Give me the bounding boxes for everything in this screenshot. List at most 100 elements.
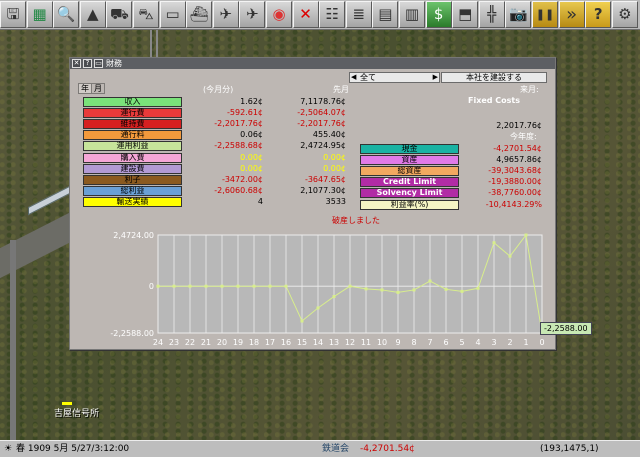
chart-point [156, 284, 160, 288]
chart-point [476, 286, 480, 290]
current-month-value: 1.62¢ [240, 97, 263, 106]
prev-month-value: -2,5064.07¢ [297, 108, 346, 118]
current-month-value: -2,2017.76¢ [214, 119, 263, 129]
chart-x-tick-label: 6 [443, 338, 448, 347]
chart-x-tick-label: 17 [265, 338, 275, 347]
chart-point [348, 284, 352, 288]
bankrupt-notice: 破産しました [332, 216, 380, 225]
filter-dropdown[interactable]: ◀ 全て ▶ [349, 72, 440, 83]
rail-build-icon[interactable]: ⛟ [106, 1, 133, 28]
arrow-left-icon[interactable]: ◀ [351, 73, 356, 82]
current-month-value: -3472.00¢ [221, 174, 263, 184]
road-build-icon[interactable]: ⛍ [133, 1, 159, 28]
chart-point [460, 289, 464, 293]
chart-point [220, 284, 224, 288]
help-icon[interactable]: ? [585, 1, 612, 28]
balance-value: -10,4143.29% [485, 199, 542, 209]
chart-point [268, 284, 272, 288]
current-month-value: -2,2588.68¢ [214, 141, 263, 151]
balance-label: Credit Limit [360, 177, 459, 188]
header-next-month: 来月: [520, 85, 539, 94]
chart-x-tick-label: 5 [459, 338, 464, 347]
this-year-label: 今年度: [510, 132, 537, 141]
map-train[interactable] [28, 184, 72, 216]
document-icon-2[interactable]: ▥ [399, 1, 425, 28]
header-current-month: (今月分) [203, 85, 234, 94]
info-stack-icon[interactable]: ☷ [319, 1, 346, 28]
status-company: 鉄道会 [322, 444, 350, 454]
chart-y-tick-label: 2,4724.00 [113, 231, 154, 240]
current-month-value: 4 [257, 196, 263, 206]
map-sign[interactable]: 吉屋信号所 [54, 406, 99, 419]
tab-year[interactable]: 年 [78, 83, 92, 94]
target-icon[interactable]: ◉ [266, 1, 292, 28]
window-title: 財務 [106, 59, 122, 68]
settings-icon[interactable]: ⚙ [611, 1, 638, 28]
airplane-icon[interactable]: ✈ [239, 1, 266, 28]
chart-x-tick-label: 3 [491, 338, 496, 347]
close-icon[interactable]: ✕ [72, 59, 81, 68]
money-icon[interactable]: $ [425, 1, 452, 28]
status-coords: (193,1475,1) [540, 444, 599, 454]
status-date: 春 1909 5月 5/27/3:12:00 [16, 444, 130, 454]
chart-x-tick-label: 23 [169, 338, 179, 347]
document-icon[interactable]: ▤ [372, 1, 399, 28]
chart-x-tick-label: 2 [507, 338, 512, 347]
window-titlebar[interactable]: ✕ ? ▭ 財務 [70, 58, 555, 69]
terrain-icon[interactable]: ▲ [79, 1, 106, 28]
tram-build-icon[interactable]: ▭ [159, 1, 186, 28]
chart-y-tick-label: -2,2588.00 [110, 329, 154, 338]
header-prev-month: 先月 [333, 85, 349, 94]
balance-value: -38,7760.00¢ [488, 188, 542, 198]
balance-label: 資産 [360, 155, 459, 166]
graph-icon[interactable]: ⬒ [452, 1, 479, 28]
game-menu-icon[interactable]: 🖫 [0, 1, 26, 28]
help-icon[interactable]: ? [83, 59, 92, 68]
fast-forward-icon[interactable]: » [558, 1, 585, 28]
chart-x-tick-label: 12 [345, 338, 355, 347]
camera-icon[interactable]: 📷 [505, 1, 532, 28]
map-road-2 [10, 240, 16, 440]
balance-label: Solvency Limit [360, 188, 459, 199]
build-hq-button[interactable]: 本社を建設する [441, 72, 547, 83]
demolish-icon[interactable]: ✕ [292, 1, 319, 28]
map-icon[interactable]: ▦ [26, 1, 53, 28]
chart-point [204, 284, 208, 288]
map-rail [150, 30, 158, 60]
row-label: 建設費 [83, 163, 182, 174]
railway-icon[interactable]: ╬ [478, 1, 505, 28]
list-icon[interactable]: ≣ [345, 1, 372, 28]
airport-build-icon[interactable]: ✈ [212, 1, 239, 28]
chart-x-tick-label: 8 [411, 338, 416, 347]
balance-value: -19,3880.00¢ [488, 177, 542, 187]
collapse-icon[interactable]: ▭ [94, 59, 103, 68]
ship-build-icon[interactable]: ⛴ [186, 1, 213, 28]
chart-x-tick-label: 22 [185, 338, 195, 347]
finance-window: ✕ ? ▭ 財務 年 月 ◀ 全て ▶ 本社を建設する (今月分) 先月 来月:… [69, 57, 556, 350]
chart-point [428, 279, 432, 283]
balance-value: 4,9657.86¢ [496, 155, 542, 165]
current-month-value: 0.00¢ [240, 163, 263, 173]
chart-y-tick-label: 0 [149, 282, 154, 291]
chart-point [364, 287, 368, 291]
balance-label: 現金 [360, 144, 459, 154]
chart-x-tick-label: 13 [329, 338, 339, 347]
status-cash: -4,2701.54¢ [360, 444, 415, 454]
chart-x-tick-label: 18 [249, 338, 259, 347]
chart-x-tick-label: 24 [153, 338, 163, 347]
balance-label: 利益率(%) [360, 199, 459, 210]
balance-value: -39,3043.68¢ [488, 166, 542, 176]
tab-month[interactable]: 月 [91, 83, 105, 94]
weather-icon: ☀ [4, 444, 13, 454]
arrow-right-icon[interactable]: ▶ [433, 73, 438, 82]
chart-x-tick-label: 20 [217, 338, 227, 347]
prev-month-value: 455.40¢ [312, 130, 346, 140]
chart-x-tick-label: 11 [361, 338, 371, 347]
prev-month-value: -3647.65¢ [304, 174, 346, 184]
signal-marker [62, 402, 72, 405]
prev-month-value: 2,4724.95¢ [300, 141, 346, 151]
pause-icon[interactable]: ❚❚ [532, 1, 558, 28]
magnifier-icon[interactable]: 🔍 [53, 1, 80, 28]
fixed-costs-value: 2,2017.76¢ [496, 121, 542, 130]
chart-point [396, 290, 400, 294]
